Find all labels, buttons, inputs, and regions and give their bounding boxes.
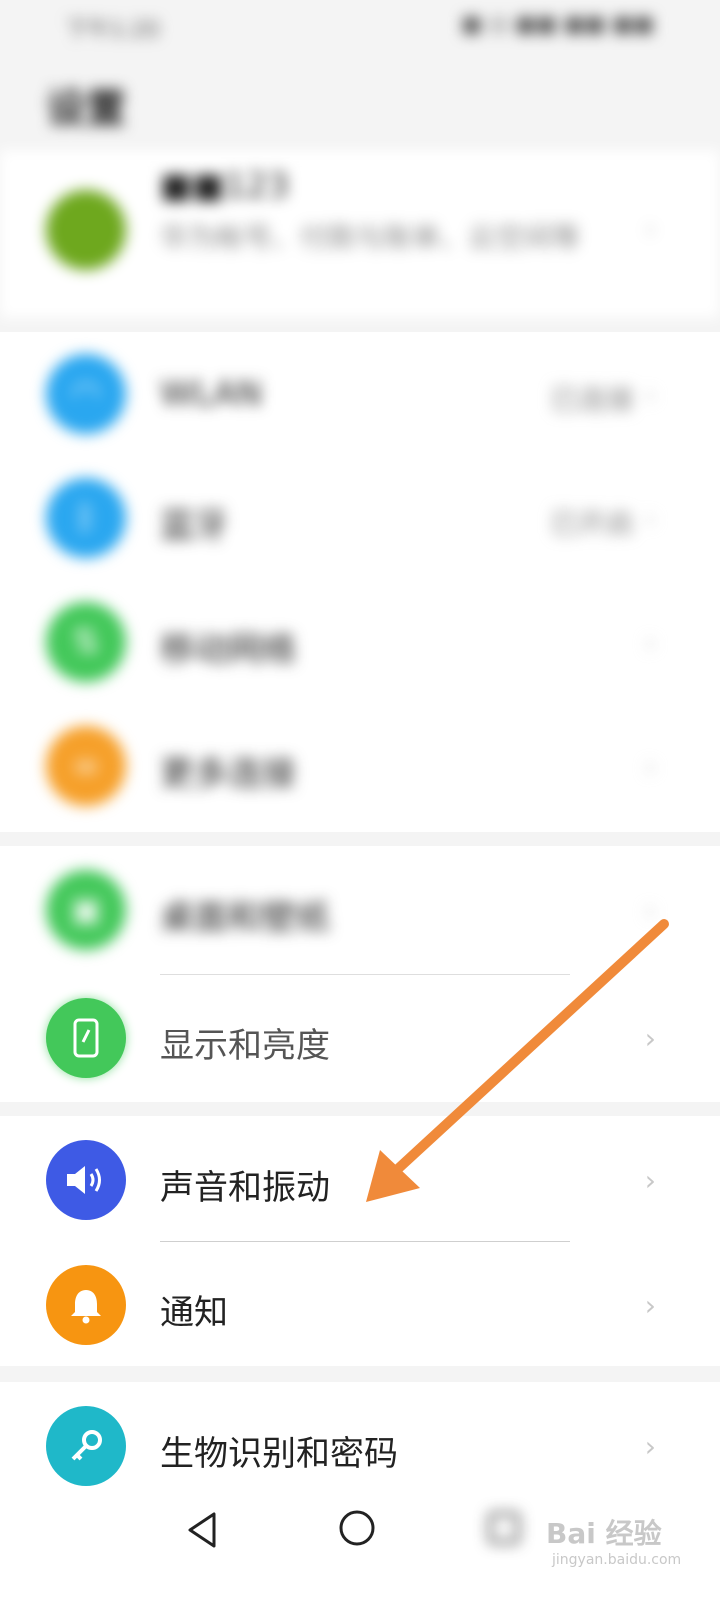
wifi-icon: ◠	[46, 354, 126, 434]
settings-item-wallpaper[interactable]: ▣ 桌面和壁纸 ›	[0, 846, 720, 974]
chevron-right-icon: ›	[644, 502, 656, 535]
item-label: 蓝牙	[160, 506, 228, 546]
bluetooth-icon: ᛒ	[46, 478, 126, 558]
chevron-right-icon: ›	[644, 1430, 656, 1463]
link-icon: ∞	[46, 726, 126, 806]
wallpaper-icon: ▣	[46, 870, 126, 950]
item-label: 显示和亮度	[160, 1026, 330, 1066]
item-label: 声音和振动	[160, 1168, 330, 1208]
bell-icon	[46, 1265, 126, 1345]
sound-icon	[46, 1140, 126, 1220]
watermark-url: jingyan.baidu.com	[552, 1552, 682, 1568]
avatar	[46, 190, 126, 270]
chevron-right-icon: ›	[644, 378, 656, 411]
settings-item-mobile-network[interactable]: ⇅ 移动网络 ›	[0, 580, 720, 704]
home-icon[interactable]	[337, 1508, 377, 1548]
sound-group: 声音和振动 › 通知 ›	[0, 1116, 720, 1366]
back-icon[interactable]	[184, 1510, 224, 1550]
chevron-right-icon: ›	[644, 1022, 656, 1055]
account-card[interactable]: ■■123 华为帐号、付款与账单、云空间等 ›	[0, 150, 720, 318]
status-bar: 下午1:20 ■ ◎ ■■ ■■ ■■	[0, 0, 720, 52]
item-label: 更多连接	[160, 754, 296, 794]
chevron-right-icon: ›	[644, 1164, 656, 1197]
key-icon	[46, 1406, 126, 1486]
display-group: ▣ 桌面和壁纸 › 显示和亮度 ›	[0, 846, 720, 1102]
item-value: 已开启	[549, 507, 634, 540]
chevron-right-icon: ›	[644, 1289, 656, 1322]
chevron-right-icon: ›	[644, 212, 656, 245]
recent-apps-icon[interactable]	[486, 1510, 522, 1546]
item-label: 生物识别和密码	[160, 1434, 398, 1474]
account-subtitle: 华为帐号、付款与账单、云空间等	[160, 221, 581, 254]
settings-item-wlan[interactable]: ◠ WLAN 已连接 ›	[0, 332, 720, 456]
settings-item-notifications[interactable]: 通知 ›	[0, 1241, 720, 1366]
mobile-network-icon: ⇅	[46, 602, 126, 682]
item-label: 移动网络	[160, 630, 296, 670]
chevron-right-icon: ›	[644, 894, 656, 927]
status-time: 下午1:20	[66, 18, 160, 43]
network-group: ◠ WLAN 已连接 › ᛒ 蓝牙 已开启 › ⇅ 移动网络 › ∞ 更多连接 …	[0, 332, 720, 832]
settings-item-sound[interactable]: 声音和振动 ›	[0, 1116, 720, 1241]
settings-item-biometrics[interactable]: 生物识别和密码 ›	[0, 1382, 720, 1492]
item-label: 通知	[160, 1293, 228, 1333]
chevron-right-icon: ›	[644, 626, 656, 659]
settings-item-more-connections[interactable]: ∞ 更多连接 ›	[0, 704, 720, 828]
item-value: 已连接	[549, 383, 634, 416]
settings-item-bluetooth[interactable]: ᛒ 蓝牙 已开启 ›	[0, 456, 720, 580]
chevron-right-icon: ›	[644, 750, 656, 783]
display-icon	[46, 998, 126, 1078]
settings-item-display[interactable]: 显示和亮度 ›	[0, 974, 720, 1102]
security-group: 生物识别和密码 ›	[0, 1382, 720, 1492]
watermark: Bai 经验	[546, 1517, 662, 1550]
account-name: ■■123	[160, 166, 290, 206]
status-icons: ■ ◎ ■■ ■■ ■■	[461, 12, 654, 37]
item-label: WLAN	[160, 374, 263, 414]
item-label: 桌面和壁纸	[160, 898, 330, 938]
page-title: 设置	[46, 86, 126, 132]
